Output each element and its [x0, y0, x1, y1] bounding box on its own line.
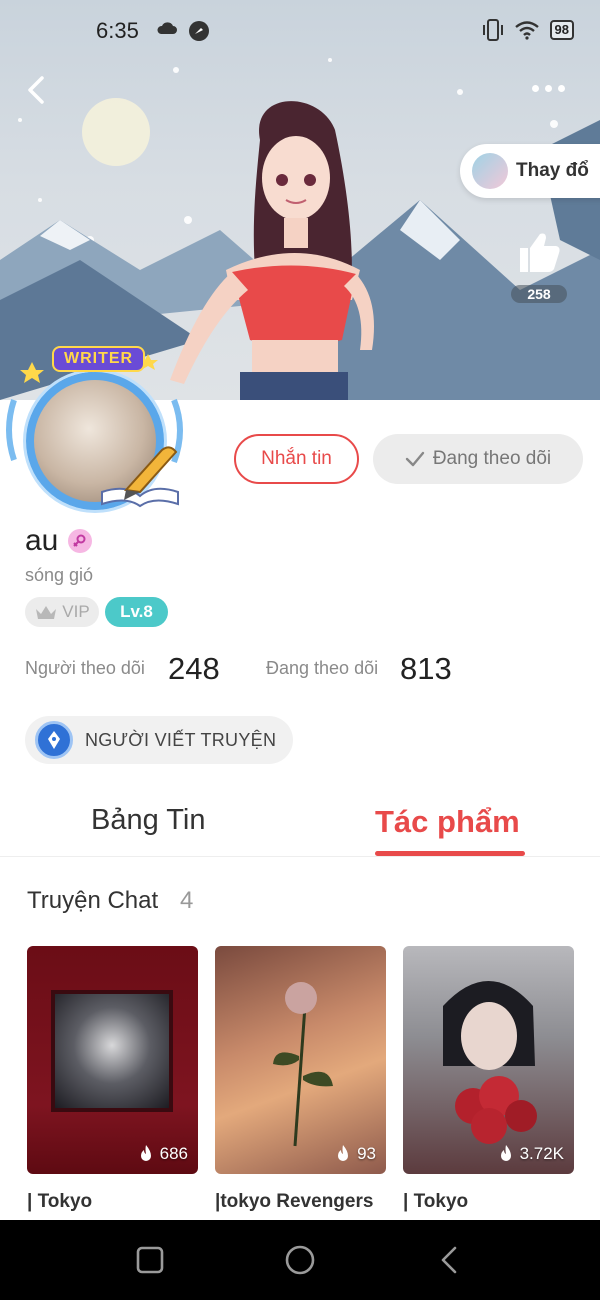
check-icon: [405, 451, 425, 467]
flame-icon: [338, 1145, 349, 1161]
pen-book-icon: [101, 446, 179, 508]
story-title[interactable]: | Tokyo: [403, 1191, 468, 1213]
role-chip[interactable]: NGƯỜI VIẾT TRUYỆN: [25, 716, 293, 764]
status-system-icons: 98: [482, 18, 574, 42]
following-label[interactable]: Đang theo dõi: [266, 658, 378, 679]
message-button[interactable]: Nhắn tin: [234, 434, 359, 484]
vip-badge[interactable]: VIP: [25, 597, 99, 627]
vibrate-icon: [482, 19, 503, 41]
writer-role-icon: [35, 721, 73, 759]
story-card[interactable]: 686: [27, 946, 198, 1174]
level-badge[interactable]: Lv.8: [105, 597, 168, 627]
like-count: 258: [511, 285, 567, 303]
story-views-count: 93: [357, 1144, 376, 1163]
more-options-button[interactable]: [532, 76, 576, 100]
role-label: NGƯỜI VIẾT TRUYỆN: [85, 729, 277, 750]
home-icon[interactable]: [284, 1244, 316, 1276]
section-count: 4: [180, 887, 194, 914]
story-title[interactable]: | Tokyo: [27, 1191, 92, 1213]
back-button[interactable]: [20, 70, 56, 110]
tab-feed[interactable]: Bảng Tin: [91, 804, 205, 837]
profile-name-row: au: [25, 524, 93, 558]
vip-label: VIP: [62, 602, 90, 621]
following-button[interactable]: Đang theo dõi: [373, 434, 583, 484]
writer-badge: WRITER: [52, 346, 146, 372]
app-notification-icon: [189, 21, 209, 41]
more-dots-icon: [532, 84, 539, 92]
profile-bio: sóng gió: [25, 565, 94, 585]
crown-icon: [36, 606, 57, 619]
status-time: 6:35: [96, 18, 139, 43]
theme-thumbnail: [472, 153, 508, 189]
story-cover-image: [443, 981, 537, 1144]
story-card[interactable]: 3.72K: [403, 946, 574, 1174]
section-title: Truyện Chat: [27, 887, 159, 914]
recent-apps-icon[interactable]: [134, 1244, 166, 1276]
story-views: 686: [138, 1144, 188, 1164]
followers-count[interactable]: 248: [168, 651, 220, 687]
more-dot: [545, 84, 552, 92]
status-notification-icons: [156, 20, 210, 42]
battery-icon: 98: [549, 20, 574, 40]
flame-icon: [500, 1145, 511, 1161]
story-card[interactable]: 93: [215, 946, 386, 1174]
wifi-icon: [514, 21, 539, 40]
following-count[interactable]: 813: [400, 651, 452, 687]
following-button-label: Đang theo dõi: [432, 448, 552, 469]
avatar[interactable]: WRITER: [4, 340, 194, 515]
change-background-button[interactable]: Thay đổ: [460, 144, 600, 198]
status-bar: 6:35 98: [0, 0, 600, 62]
story-views: 3.72K: [498, 1144, 564, 1164]
story-views-count: 3.72K: [519, 1144, 564, 1163]
tab-divider: [0, 856, 600, 857]
story-cover-image: [51, 990, 173, 1112]
thumbs-up-icon: [520, 233, 560, 272]
flame-icon: [140, 1145, 151, 1161]
nav-back-icon[interactable]: [434, 1244, 466, 1276]
story-cover-image: [273, 982, 333, 1147]
story-views-count: 686: [159, 1144, 188, 1163]
profile-name: au: [25, 524, 59, 557]
change-background-label: Thay đổ: [516, 160, 589, 181]
back-arrow-icon: [28, 76, 44, 104]
system-navigation-bar: [0, 1220, 600, 1300]
like-button[interactable]: 258: [506, 230, 572, 304]
cloud-icon: [157, 22, 177, 34]
tab-works[interactable]: Tác phẩm: [375, 804, 520, 840]
story-views: 93: [335, 1144, 376, 1164]
more-dot: [558, 84, 565, 92]
story-title[interactable]: |tokyo Revengers: [215, 1191, 373, 1213]
female-gender-icon: [68, 529, 93, 553]
followers-label[interactable]: Người theo dõi: [25, 658, 145, 679]
